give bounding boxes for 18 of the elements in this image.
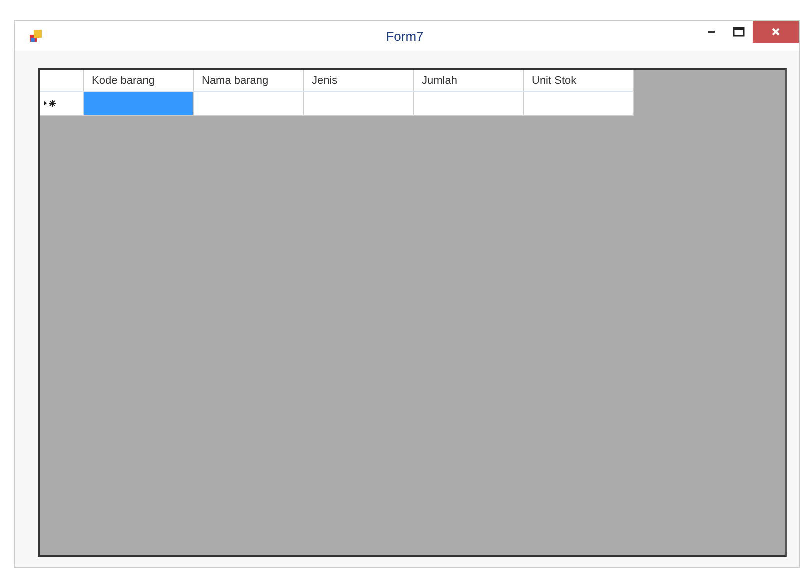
window-title: Form7 [385, 28, 425, 44]
maximize-icon [733, 27, 745, 37]
column-header[interactable]: Jumlah [414, 70, 524, 92]
table-cell[interactable] [524, 92, 634, 116]
column-header[interactable]: Unit Stok [524, 70, 634, 92]
column-header[interactable]: Jenis [304, 70, 414, 92]
form-icon [29, 29, 43, 43]
close-button[interactable] [753, 21, 799, 43]
corner-header [40, 70, 84, 92]
table-cell[interactable] [304, 92, 414, 116]
table-cell[interactable] [414, 92, 524, 116]
column-header[interactable]: Nama barang [194, 70, 304, 92]
row-header[interactable] [40, 92, 84, 116]
minimize-icon [708, 31, 714, 33]
close-icon [771, 27, 781, 37]
column-header[interactable]: Kode barang [84, 70, 194, 92]
table-cell[interactable] [84, 92, 194, 116]
table-cell[interactable] [194, 92, 304, 116]
